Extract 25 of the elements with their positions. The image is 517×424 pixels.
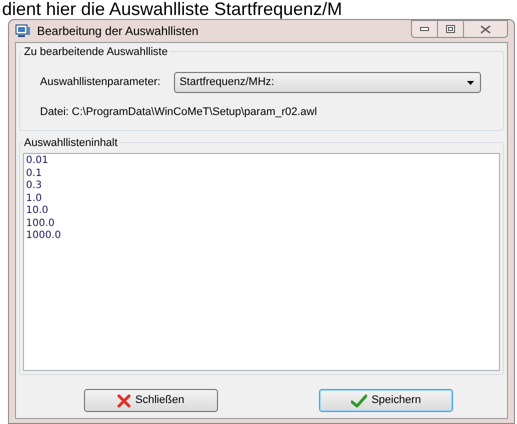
checkmark-icon: [351, 394, 368, 408]
minimize-button[interactable]: [411, 20, 438, 38]
list-value: 1.0: [26, 192, 42, 205]
app-icon: [15, 24, 31, 38]
list-value: 100.0: [26, 218, 55, 230]
parameter-dropdown[interactable]: Startfrequenz/MHz:: [174, 72, 481, 93]
dropdown-arrow-icon: [467, 80, 474, 84]
cross-icon: [117, 394, 132, 408]
list-value: 0.1: [26, 168, 42, 180]
parameter-label: Auswahllistenparameter:: [40, 75, 160, 90]
caption-text: dient hier die Auswahlliste Startfrequenz/M: [1, 0, 342, 19]
list-value: 10.0: [26, 205, 48, 218]
close-icon: [480, 24, 491, 34]
content-textarea[interactable]: 0.01 0.1 0.3 1.0 10.0 100.0 1000.0: [23, 153, 500, 371]
minimize-icon: [420, 27, 429, 31]
file-path: Datei: C:\ProgramData\WinCoMeT\Setup\param_r02.awl: [40, 105, 318, 120]
list-value: 0.01: [26, 155, 48, 168]
close-dialog-button[interactable]: Schließen: [84, 389, 218, 412]
close-button[interactable]: [464, 20, 508, 38]
maximize-button[interactable]: [438, 20, 464, 38]
save-button[interactable]: Speichern: [319, 389, 454, 412]
list-value: 1000.0: [26, 230, 61, 242]
list-value: 0.3: [26, 180, 42, 192]
maximize-icon: [446, 25, 455, 33]
window-title: Bearbeitung der Auswahllisten: [37, 23, 198, 40]
